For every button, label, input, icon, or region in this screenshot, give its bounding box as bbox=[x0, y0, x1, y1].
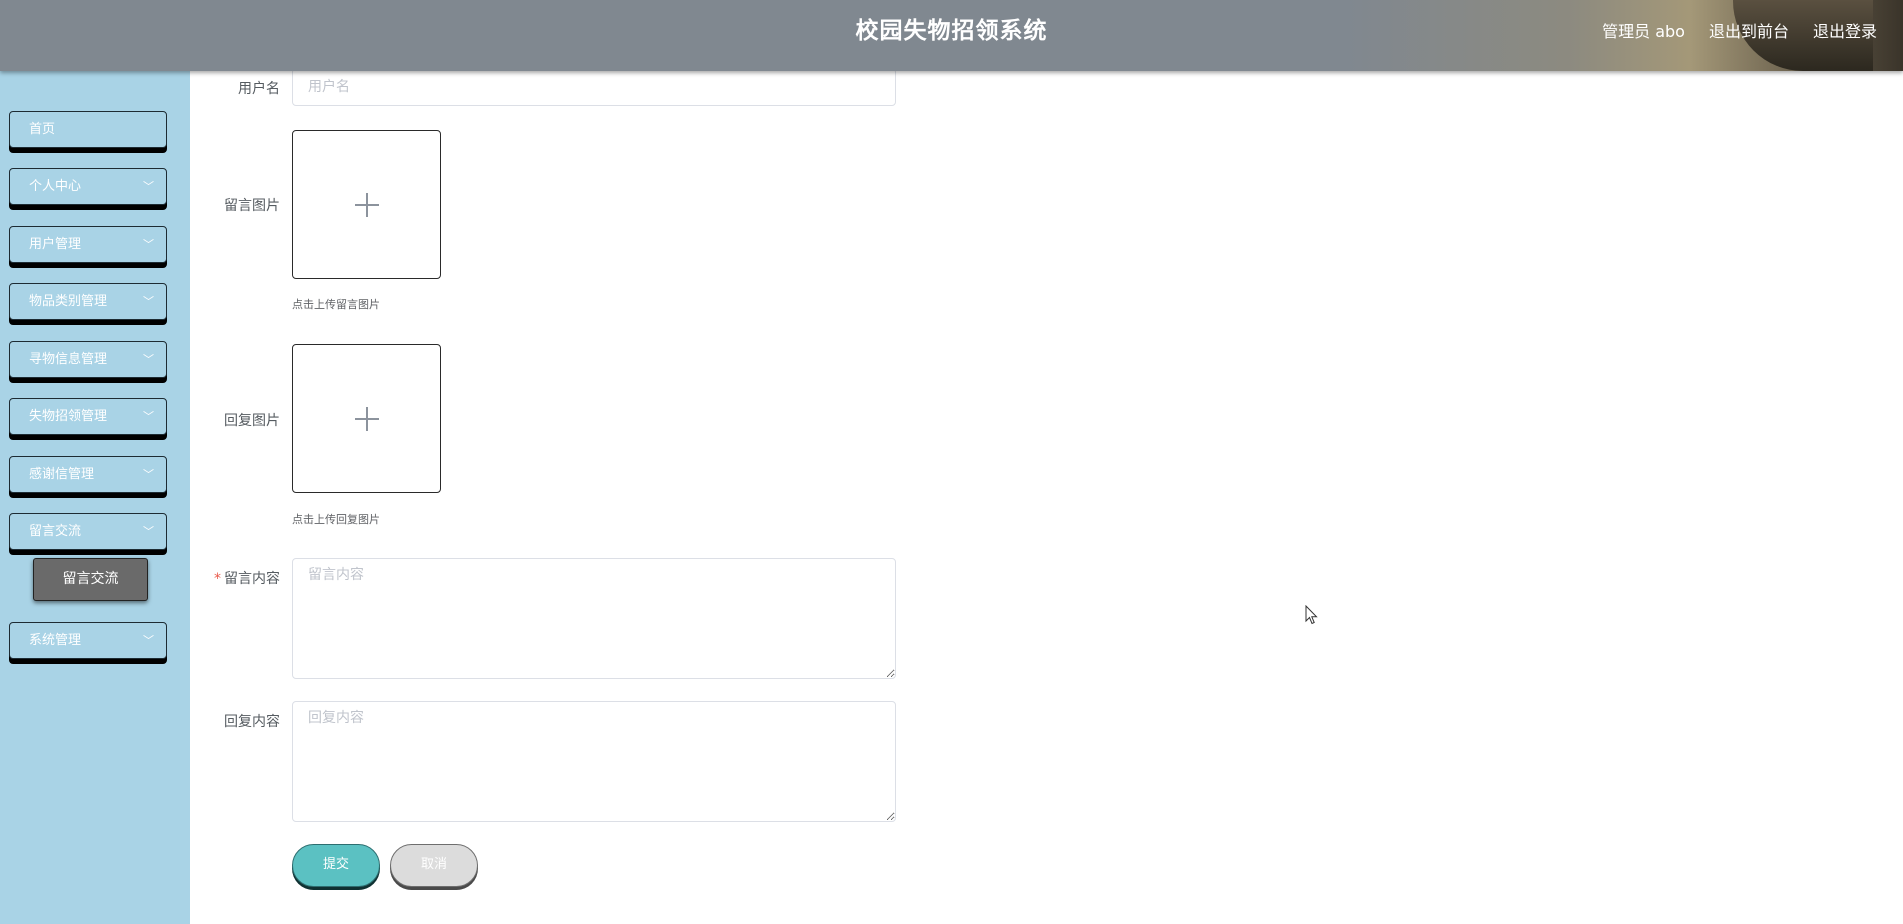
chevron-down-icon: ﹀ bbox=[143, 525, 154, 538]
sidebar-item-label: 寻物信息管理 bbox=[29, 352, 108, 367]
message-content-textarea[interactable] bbox=[292, 558, 896, 679]
sidebar-item-label: 系统管理 bbox=[29, 633, 82, 648]
sidebar-item-user-management[interactable]: 用户管理 ﹀ bbox=[9, 226, 167, 263]
message-image-label: 留言图片 bbox=[224, 198, 280, 214]
username-label: 用户名 bbox=[238, 81, 280, 97]
cancel-button[interactable]: 取消 bbox=[390, 844, 478, 887]
chevron-down-icon: ﹀ bbox=[143, 410, 154, 423]
exit-to-frontend-link[interactable]: 退出到前台 bbox=[1709, 0, 1789, 63]
sidebar-item-label: 个人中心 bbox=[29, 179, 82, 194]
sidebar-item-thanks-letter-management[interactable]: 感谢信管理 ﹀ bbox=[9, 456, 167, 493]
sidebar-item-label: 感谢信管理 bbox=[29, 467, 95, 482]
top-header: 校园失物招领系统 管理员 abo 退出到前台 退出登录 bbox=[0, 0, 1903, 71]
sidebar-item-category-management[interactable]: 物品类别管理 ﹀ bbox=[9, 283, 167, 320]
reply-content-label: 回复内容 bbox=[224, 714, 280, 730]
message-content-label-text: 留言内容 bbox=[224, 571, 280, 587]
reply-content-textarea[interactable] bbox=[292, 701, 896, 822]
submit-button[interactable]: 提交 bbox=[292, 844, 380, 887]
sidebar-item-label: 失物招领管理 bbox=[29, 409, 108, 424]
username-input[interactable] bbox=[292, 68, 896, 106]
sidebar-item-label: 物品类别管理 bbox=[29, 294, 108, 309]
chevron-down-icon: ﹀ bbox=[143, 238, 154, 251]
message-content-label: * 留言内容 bbox=[180, 568, 280, 588]
chevron-down-icon: ﹀ bbox=[143, 353, 154, 366]
chevron-down-icon: ﹀ bbox=[143, 180, 154, 193]
sidebar-item-system-management[interactable]: 系统管理 ﹀ bbox=[9, 622, 167, 659]
logout-link[interactable]: 退出登录 bbox=[1813, 0, 1877, 63]
admin-user-label: 管理员 abo bbox=[1602, 22, 1685, 41]
sidebar-item-message-exchange[interactable]: 留言交流 ﹀ bbox=[9, 513, 167, 550]
message-image-hint: 点击上传留言图片 bbox=[292, 298, 380, 311]
reply-image-label: 回复图片 bbox=[224, 413, 280, 429]
chevron-down-icon: ﹀ bbox=[143, 468, 154, 481]
sidebar-item-personal-center[interactable]: 个人中心 ﹀ bbox=[9, 168, 167, 205]
plus-icon bbox=[355, 193, 379, 217]
sidebar-item-label: 留言交流 bbox=[29, 524, 82, 539]
message-image-uploader[interactable] bbox=[292, 130, 441, 279]
sidebar-item-home[interactable]: 首页 bbox=[9, 111, 167, 148]
sidebar-item-label: 首页 bbox=[29, 122, 56, 137]
sidebar-item-search-info-management[interactable]: 寻物信息管理 ﹀ bbox=[9, 341, 167, 378]
sidebar-item-lost-found-management[interactable]: 失物招领管理 ﹀ bbox=[9, 398, 167, 435]
chevron-down-icon: ﹀ bbox=[143, 295, 154, 308]
chevron-down-icon: ﹀ bbox=[143, 634, 154, 647]
reply-image-uploader[interactable] bbox=[292, 344, 441, 493]
header-nav: 管理员 abo 退出到前台 退出登录 bbox=[1602, 0, 1877, 63]
plus-icon bbox=[355, 407, 379, 431]
sidebar-item-label: 用户管理 bbox=[29, 237, 82, 252]
submenu-item-message-exchange[interactable]: 留言交流 bbox=[33, 558, 148, 601]
required-mark: * bbox=[214, 571, 221, 587]
sidebar: 首页 个人中心 ﹀ 用户管理 ﹀ 物品类别管理 ﹀ 寻物信息管理 ﹀ 失物招领管… bbox=[0, 71, 190, 924]
reply-image-hint: 点击上传回复图片 bbox=[292, 513, 380, 526]
mouse-cursor-icon bbox=[1305, 605, 1318, 625]
